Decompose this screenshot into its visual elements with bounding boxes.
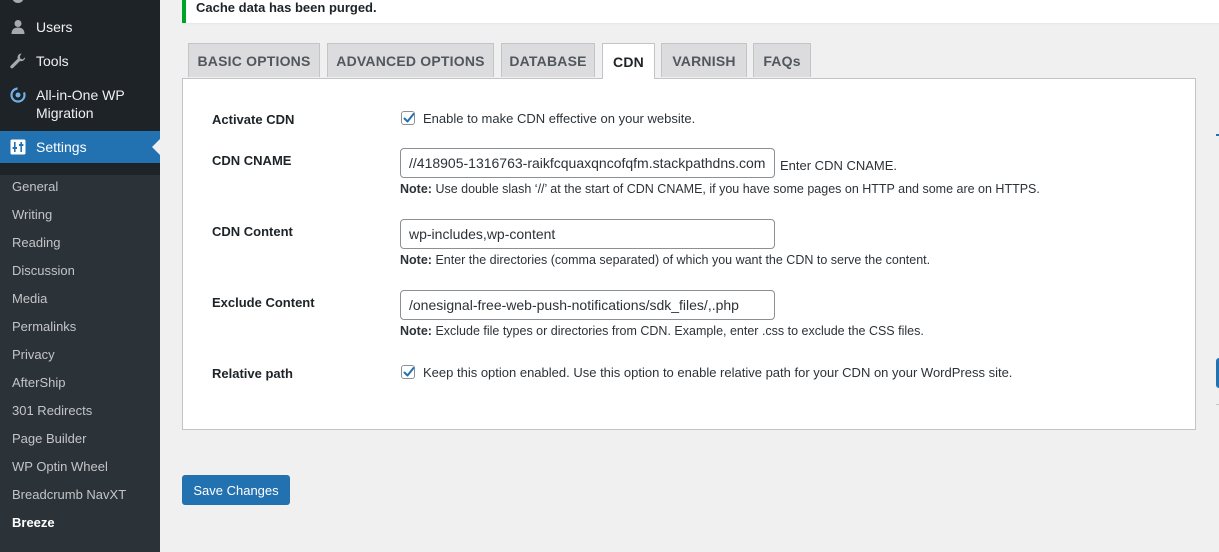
submenu-item-301-redirects[interactable]: 301 Redirects [12, 402, 92, 420]
cdn-cname-input[interactable]: //418905-1316763-raikfcquaxqncofqfm.stac… [400, 148, 775, 178]
submenu-item-wp-optin-wheel[interactable]: WP Optin Wheel [12, 458, 108, 476]
migration-icon [0, 86, 36, 104]
submenu-item-breadcrumb-navxt[interactable]: Breadcrumb NavXT [12, 486, 126, 504]
success-notice: Cache data has been purged. [182, 0, 1219, 23]
checkmark-icon [403, 113, 415, 123]
note-prefix: Note: [400, 182, 432, 196]
sidebar-item-label: Settings [36, 139, 87, 155]
note-text: Enter the directories (comma separated) … [435, 253, 931, 267]
sidebar-item-label: Users [36, 19, 73, 35]
exclude-content-input[interactable]: /onesignal-free-web-push-notifications/s… [400, 290, 775, 320]
tab-cdn[interactable]: CDN [602, 43, 655, 79]
admin-sidebar: Users Tools All-in-One WP Migration Sett… [0, 0, 160, 552]
sidebar-item-users[interactable]: Users [0, 18, 160, 36]
cut-off-icon [0, 0, 36, 6]
relative-path-checkbox[interactable] [401, 365, 415, 379]
exclude-content-note: Note: Exclude file types or directories … [400, 324, 924, 338]
submenu-item-writing[interactable]: Writing [12, 206, 52, 224]
submenu-item-page-builder[interactable]: Page Builder [12, 430, 86, 448]
activate-cdn-description: Enable to make CDN effective on your web… [423, 111, 696, 126]
cdn-content-label: CDN Content [212, 224, 293, 239]
sidebar-item-label: All-in-One WP Migration [36, 87, 125, 121]
tab-basic-options[interactable]: BASIC OPTIONS [188, 43, 320, 77]
sidebar-item-all-in-one-wp-migration[interactable]: All-in-One WP Migration [0, 86, 160, 122]
relative-path-description: Keep this option enabled. Use this optio… [423, 365, 1013, 380]
submenu-item-permalinks[interactable]: Permalinks [12, 318, 76, 336]
submenu-item-media[interactable]: Media [12, 290, 47, 308]
cdn-content-input[interactable]: wp-includes,wp-content [400, 219, 775, 249]
sidebar-item-tools[interactable]: Tools [0, 52, 160, 70]
activate-cdn-label: Activate CDN [212, 112, 295, 127]
tab-faqs[interactable]: FAQs [753, 43, 811, 77]
checkmark-icon [403, 367, 415, 377]
submenu-item-discussion[interactable]: Discussion [12, 262, 75, 280]
users-icon [0, 18, 36, 36]
cdn-cname-note: Note: Use double slash ‘//’ at the start… [400, 182, 1040, 196]
note-prefix: Note: [400, 253, 432, 267]
settings-submenu: General Writing Reading Discussion Media… [0, 175, 160, 552]
activate-cdn-checkbox[interactable] [401, 111, 415, 125]
submenu-item-general[interactable]: General [12, 178, 58, 196]
wrench-icon [0, 52, 36, 70]
submenu-item-aftership[interactable]: AfterShip [12, 374, 65, 392]
cdn-settings-panel: Activate CDN Enable to make CDN effectiv… [182, 78, 1196, 430]
cdn-cname-hint: Enter CDN CNAME. [780, 158, 898, 173]
cdn-content-note: Note: Enter the directories (comma separ… [400, 253, 930, 267]
submenu-item-breeze[interactable]: Breeze [12, 514, 55, 532]
cdn-cname-label: CDN CNAME [212, 153, 292, 168]
submenu-item-privacy[interactable]: Privacy [12, 346, 55, 364]
note-prefix: Note: [400, 324, 432, 338]
tab-database[interactable]: DATABASE [501, 43, 595, 77]
submenu-item-reading[interactable]: Reading [12, 234, 60, 252]
tab-advanced-options[interactable]: ADVANCED OPTIONS [327, 43, 494, 77]
note-text: Use double slash ‘//’ at the start of CD… [435, 182, 1040, 196]
settings-icon [0, 138, 36, 156]
note-text: Exclude file types or directories from C… [435, 324, 924, 338]
tab-varnish[interactable]: VARNISH [661, 43, 747, 77]
relative-path-label: Relative path [212, 366, 293, 381]
notice-text: Cache data has been purged. [196, 0, 377, 15]
current-menu-arrow [152, 139, 160, 155]
save-changes-button[interactable]: Save Changes [182, 475, 290, 505]
sidebar-item-cut-off[interactable] [0, 0, 160, 6]
exclude-content-label: Exclude Content [212, 295, 315, 310]
sidebar-item-settings[interactable]: Settings [0, 131, 160, 163]
sidebar-item-label: Tools [36, 53, 69, 69]
